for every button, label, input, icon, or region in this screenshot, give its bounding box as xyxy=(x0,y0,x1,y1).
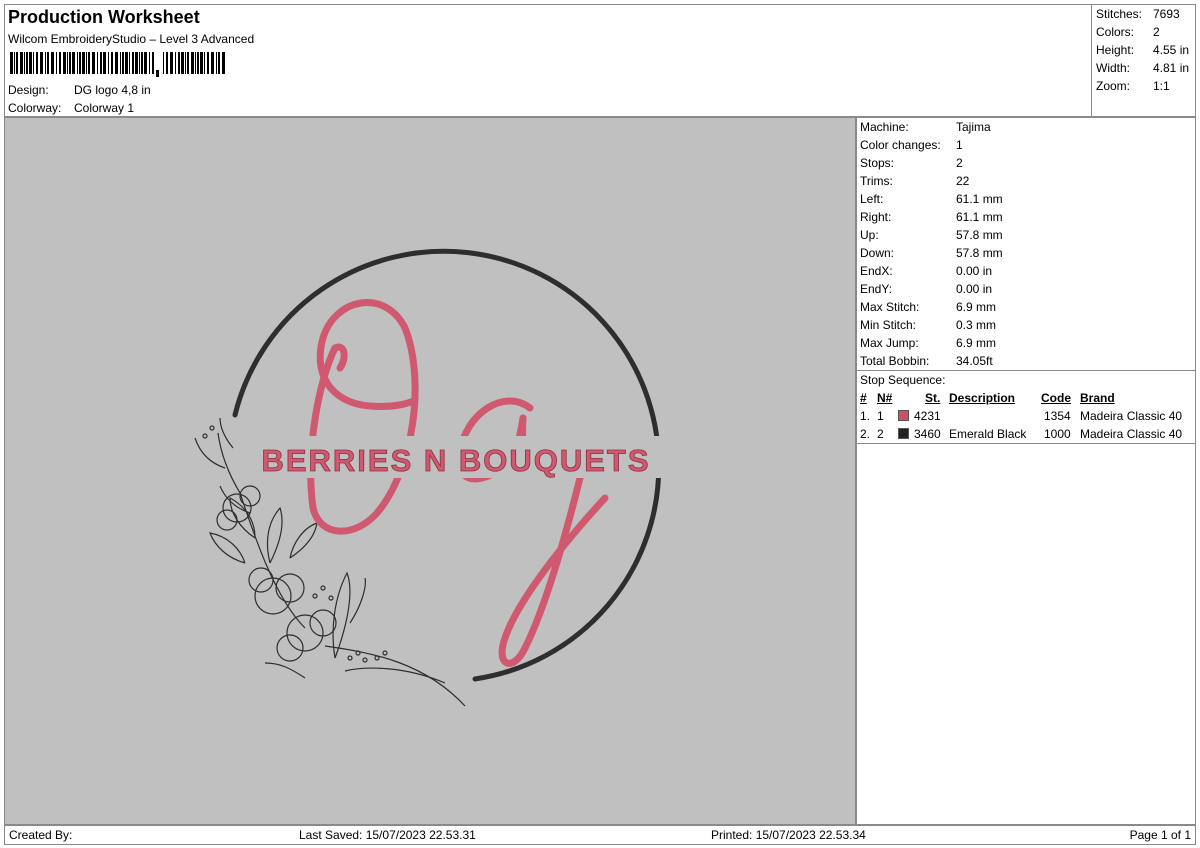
info-label: Color changes: xyxy=(860,138,941,152)
machine-info-row: Trims: 22 xyxy=(860,174,969,188)
col-st: St. xyxy=(925,391,941,405)
machine-info-row: Left: 61.1 mm xyxy=(860,192,1003,206)
machine-info-row: Down: 57.8 mm xyxy=(860,246,1003,260)
machine-info-row: Color changes: 1 xyxy=(860,138,963,152)
stat-height: Height: 4.55 in xyxy=(1096,43,1190,57)
info-label: Right: xyxy=(860,210,892,224)
software-subtitle: Wilcom EmbroideryStudio – Level 3 Advanc… xyxy=(8,32,255,46)
col-brand: Brand xyxy=(1080,391,1115,405)
info-value: 0.00 in xyxy=(956,264,993,278)
barcode-image xyxy=(10,52,225,77)
colorway-value: Colorway 1 xyxy=(74,101,135,115)
machine-info-row: Max Stitch: 6.9 mm xyxy=(860,300,996,314)
row-num: 2. xyxy=(860,427,871,441)
page-number: Page 1 of 1 xyxy=(1129,828,1191,842)
info-label: Left: xyxy=(860,192,884,206)
info-value: Tajima xyxy=(956,120,991,134)
machine-info-row: Total Bobbin: 34.05ft xyxy=(860,354,993,368)
footer-bar: Created By: Last Saved: 15/07/2023 22.53… xyxy=(4,825,1196,845)
machine-info-row: Min Stitch: 0.3 mm xyxy=(860,318,996,332)
info-value: 57.8 mm xyxy=(956,246,1003,260)
brand-text: BERRIES N BOUQUETS xyxy=(261,443,650,478)
info-label: Up: xyxy=(860,228,879,242)
divider xyxy=(857,443,1195,444)
info-label: Machine: xyxy=(860,120,909,134)
info-value: 6.9 mm xyxy=(956,336,997,350)
machine-info-row: EndY: 0.00 in xyxy=(860,282,992,296)
info-label: Max Jump: xyxy=(860,336,919,350)
info-value: 2 xyxy=(956,156,963,170)
info-value: 61.1 mm xyxy=(956,210,1003,224)
colorway-label: Colorway: xyxy=(8,101,62,115)
row-st: 3460 xyxy=(914,427,941,441)
row-n: 2 xyxy=(877,427,884,441)
row-st: 4231 xyxy=(914,409,941,423)
stat-colors: Colors: 2 xyxy=(1096,25,1160,39)
stop-sequence-title: Stop Sequence: xyxy=(860,373,946,387)
info-value: 61.1 mm xyxy=(956,192,1003,206)
info-label: Max Stitch: xyxy=(860,300,920,314)
stat-zoom: Zoom: 1:1 xyxy=(1096,79,1170,93)
col-num: # xyxy=(860,391,867,405)
info-label: EndX: xyxy=(860,264,893,278)
info-value: 22 xyxy=(956,174,970,188)
printed-date: Printed: 15/07/2023 22.53.34 xyxy=(711,828,866,842)
info-label: Trims: xyxy=(860,174,893,188)
info-label: EndY: xyxy=(860,282,893,296)
machine-info-panel: Machine: Tajima Color changes: 1 Stops: 2 Trim… xyxy=(856,117,1196,825)
info-value: 6.9 mm xyxy=(956,300,997,314)
design-preview-canvas: BERRIES N BOUQUETS xyxy=(4,117,856,825)
info-value: 34.05ft xyxy=(956,354,993,368)
color-swatch xyxy=(898,428,909,439)
page-title: Production Worksheet xyxy=(8,7,200,27)
monogram-dg xyxy=(307,299,609,667)
stat-stitches: Stitches: 7693 xyxy=(1096,7,1180,21)
info-value: 1 xyxy=(956,138,963,152)
row-n: 1 xyxy=(877,409,884,423)
row-brand: Madeira Classic 40 xyxy=(1080,409,1183,423)
color-swatch xyxy=(898,410,909,421)
info-label: Min Stitch: xyxy=(860,318,917,332)
info-value: 57.8 mm xyxy=(956,228,1003,242)
design-label: Design: xyxy=(8,83,49,97)
last-saved: Last Saved: 15/07/2023 22.53.31 xyxy=(299,828,476,842)
machine-info-row: Stops: 2 xyxy=(860,156,963,170)
col-code: Code xyxy=(1041,391,1071,405)
info-label: Stops: xyxy=(860,156,895,170)
col-description: Description xyxy=(949,391,1016,405)
machine-info-row: Machine: Tajima xyxy=(860,120,991,134)
design-value: DG logo 4,8 in xyxy=(74,83,151,97)
machine-info-row: Right: 61.1 mm xyxy=(860,210,1003,224)
created-by: Created By: xyxy=(9,828,73,842)
col-n: N# xyxy=(877,391,893,405)
info-label: Down: xyxy=(860,246,895,260)
stats-panel: Stitches: 7693 Colors: 2 Height: 4.55 in Wi… xyxy=(1091,4,1196,117)
row-description: Emerald Black xyxy=(949,427,1027,441)
machine-info-row: Max Jump: 6.9 mm xyxy=(860,336,996,350)
info-label: Total Bobbin: xyxy=(860,354,930,368)
machine-info-row: Up: 57.8 mm xyxy=(860,228,1003,242)
divider xyxy=(857,370,1195,371)
stat-width: Width: 4.81 in xyxy=(1096,61,1190,75)
machine-info-row: EndX: 0.00 in xyxy=(860,264,992,278)
row-num: 1. xyxy=(860,409,871,423)
info-value: 0.00 in xyxy=(956,282,993,296)
info-value: 0.3 mm xyxy=(956,318,997,332)
design-artwork: BERRIES N BOUQUETS xyxy=(194,248,671,707)
row-code: 1000 xyxy=(1044,427,1071,441)
row-brand: Madeira Classic 40 xyxy=(1080,427,1183,441)
row-code: 1354 xyxy=(1044,409,1071,423)
